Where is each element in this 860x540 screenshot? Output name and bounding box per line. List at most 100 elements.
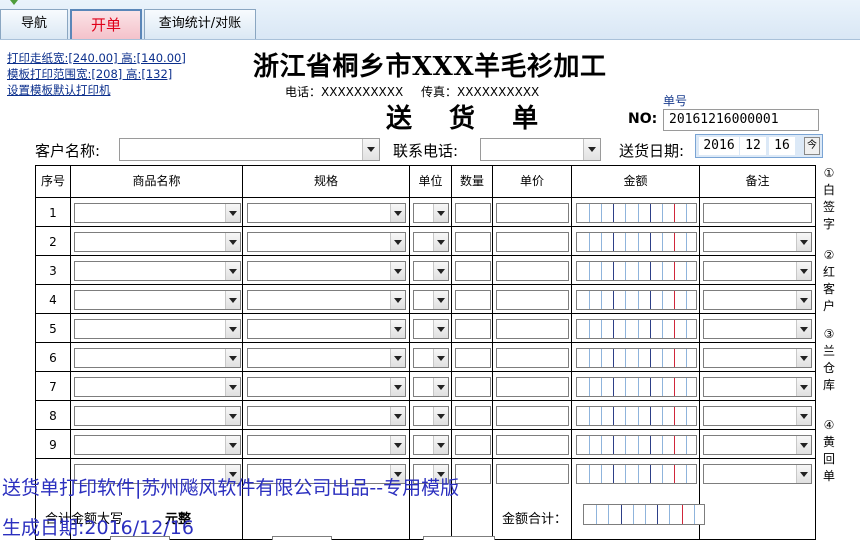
chevron-down-icon[interactable] [225, 204, 240, 222]
bottom-field-stub[interactable] [272, 536, 332, 540]
chevron-down-icon[interactable] [390, 262, 405, 280]
spec-select[interactable] [247, 377, 406, 397]
qty-input[interactable] [455, 290, 491, 310]
amount-input[interactable] [576, 261, 697, 281]
chevron-down-icon[interactable] [390, 378, 405, 396]
total-sum-field[interactable] [583, 504, 705, 525]
chevron-down-icon[interactable] [390, 349, 405, 367]
chevron-down-icon[interactable] [583, 139, 600, 160]
remark-select[interactable] [703, 290, 812, 310]
qty-input[interactable] [455, 232, 491, 252]
chevron-down-icon[interactable] [390, 436, 405, 454]
spec-select[interactable] [247, 261, 406, 281]
remark-select[interactable] [703, 348, 812, 368]
spec-select[interactable] [247, 203, 406, 223]
chevron-down-icon[interactable] [225, 407, 240, 425]
chevron-down-icon[interactable] [225, 320, 240, 338]
product-select[interactable] [74, 261, 241, 281]
tab-query-stats[interactable]: 查询统计/对账 [144, 9, 256, 39]
spec-select[interactable] [247, 406, 406, 426]
chevron-down-icon[interactable] [390, 291, 405, 309]
spec-select[interactable] [247, 232, 406, 252]
price-input[interactable] [496, 290, 569, 310]
amount-input[interactable] [576, 435, 697, 455]
spec-select[interactable] [247, 435, 406, 455]
remark-select[interactable] [703, 406, 812, 426]
remark-select[interactable] [703, 464, 812, 484]
chevron-down-icon[interactable] [225, 349, 240, 367]
product-select[interactable] [74, 435, 241, 455]
amount-input[interactable] [576, 319, 697, 339]
chevron-down-icon[interactable] [796, 407, 811, 425]
unit-select[interactable] [413, 232, 449, 252]
chevron-down-icon[interactable] [362, 139, 379, 160]
unit-select[interactable] [413, 406, 449, 426]
product-select[interactable] [74, 203, 241, 223]
unit-select[interactable] [413, 435, 449, 455]
price-input[interactable] [496, 464, 569, 484]
chevron-down-icon[interactable] [796, 233, 811, 251]
chevron-down-icon[interactable] [796, 436, 811, 454]
product-select[interactable] [74, 319, 241, 339]
price-input[interactable] [496, 377, 569, 397]
product-select[interactable] [74, 290, 241, 310]
qty-input[interactable] [455, 435, 491, 455]
price-input[interactable] [496, 435, 569, 455]
chevron-down-icon[interactable] [433, 233, 448, 251]
chevron-down-icon[interactable] [433, 262, 448, 280]
price-input[interactable] [496, 406, 569, 426]
remark-select[interactable] [703, 435, 812, 455]
product-select[interactable] [74, 377, 241, 397]
customer-select[interactable] [119, 138, 380, 161]
chevron-down-icon[interactable] [390, 204, 405, 222]
remark-select[interactable] [703, 319, 812, 339]
unit-select[interactable] [413, 290, 449, 310]
qty-input[interactable] [455, 406, 491, 426]
unit-select[interactable] [413, 348, 449, 368]
print-range-link[interactable]: 模板打印范围宽:[208] 高:[132] [7, 66, 186, 82]
chevron-down-icon[interactable] [796, 262, 811, 280]
chevron-down-icon[interactable] [390, 320, 405, 338]
date-month[interactable]: 12 [740, 137, 766, 155]
amount-input[interactable] [576, 406, 697, 426]
amount-input[interactable] [576, 203, 697, 223]
product-select[interactable] [74, 406, 241, 426]
qty-input[interactable] [455, 261, 491, 281]
chevron-down-icon[interactable] [433, 436, 448, 454]
chevron-down-icon[interactable] [225, 378, 240, 396]
chevron-down-icon[interactable] [390, 233, 405, 251]
qty-input[interactable] [455, 348, 491, 368]
unit-select[interactable] [413, 377, 449, 397]
product-select[interactable] [74, 232, 241, 252]
spec-select[interactable] [247, 348, 406, 368]
remark-input[interactable] [703, 203, 812, 223]
chevron-down-icon[interactable] [225, 291, 240, 309]
tab-navigation[interactable]: 导航 [0, 9, 68, 39]
date-year[interactable]: 2016 [699, 137, 739, 155]
remark-select[interactable] [703, 377, 812, 397]
unit-select[interactable] [413, 319, 449, 339]
default-printer-link[interactable]: 设置模板默认打印机 [7, 82, 186, 98]
chevron-down-icon[interactable] [433, 349, 448, 367]
order-number-field[interactable]: 20161216000001 [663, 109, 819, 131]
price-input[interactable] [496, 348, 569, 368]
chevron-down-icon[interactable] [433, 378, 448, 396]
unit-select[interactable] [413, 261, 449, 281]
price-input[interactable] [496, 261, 569, 281]
unit-select[interactable] [413, 203, 449, 223]
chevron-down-icon[interactable] [796, 465, 811, 483]
spec-select[interactable] [247, 290, 406, 310]
price-input[interactable] [496, 232, 569, 252]
qty-input[interactable] [455, 319, 491, 339]
bottom-field-stub[interactable] [110, 536, 170, 540]
amount-input[interactable] [576, 290, 697, 310]
date-day[interactable]: 16 [769, 137, 795, 155]
qty-input[interactable] [455, 464, 491, 484]
chevron-down-icon[interactable] [390, 407, 405, 425]
price-input[interactable] [496, 319, 569, 339]
chevron-down-icon[interactable] [796, 291, 811, 309]
bottom-field-stub[interactable] [423, 536, 495, 540]
remark-select[interactable] [703, 261, 812, 281]
price-input[interactable] [496, 203, 569, 223]
spec-select[interactable] [247, 319, 406, 339]
